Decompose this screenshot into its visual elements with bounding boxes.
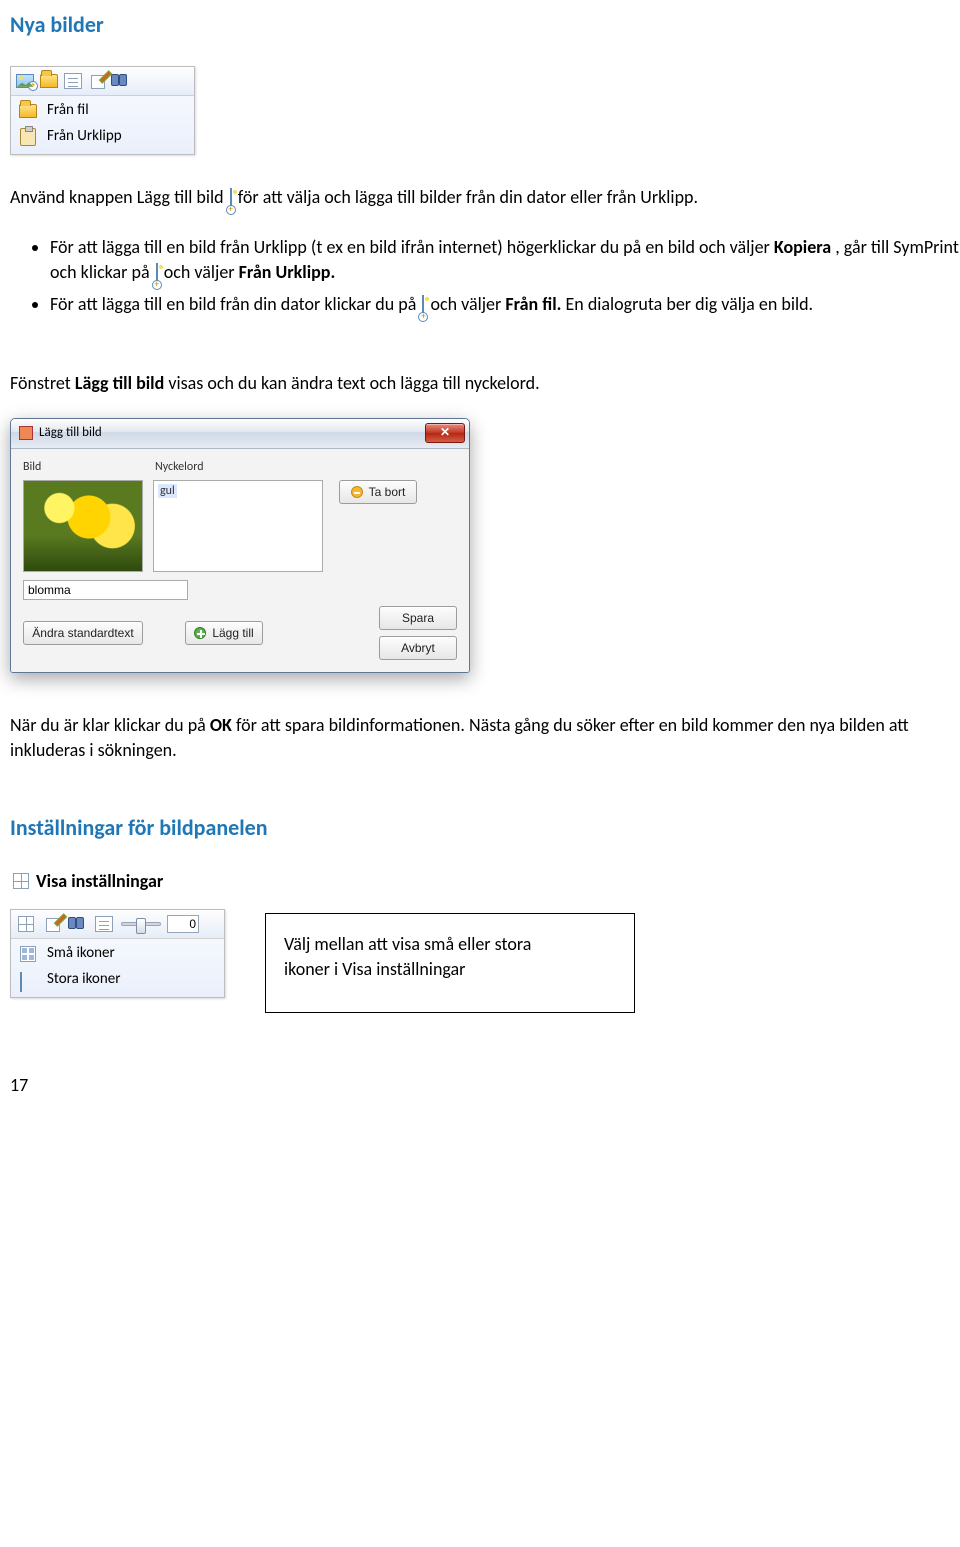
bullet-from-file: För att lägga till en bild från din dato… [50,292,960,320]
image-text-field[interactable] [23,580,188,600]
menu-from-file[interactable]: Från fil [15,98,190,124]
add-image-inline-icon: + [230,188,232,213]
text: Använd knappen Lägg till bild [10,186,228,208]
bullet-from-clipboard: För att lägga till en bild från Urklipp … [50,235,960,288]
dialog-app-icon [19,426,33,440]
text: För att lägga till en bild från din dato… [50,293,420,315]
plus-icon [194,627,206,639]
menu-large-icons-label: Stora ikoner [47,969,120,990]
large-thumbnail-icon [17,969,39,991]
bullet-list: För att lägga till en bild från Urklipp … [10,235,960,321]
save-button[interactable]: Spara [379,606,457,630]
heading-new-images: Nya bilder [10,10,960,41]
clipboard-icon [17,126,39,148]
close-button[interactable]: ✕ [425,423,465,443]
small-thumbnails-icon [17,943,39,965]
edit-icon[interactable] [41,913,63,935]
zoom-slider[interactable] [121,922,161,926]
btn-label: Lägg till [212,626,253,640]
grid-view-icon[interactable] [15,913,37,935]
text: När du är klar klickar du på [10,714,210,736]
text: En dialogruta ber dig välja en bild. [566,293,814,315]
change-default-text-button[interactable]: Ändra standardtext [23,621,143,645]
paragraph-intro: Använd knappen Lägg till bild + för att … [10,185,960,213]
dialog-title: Lägg till bild [39,424,102,442]
search-icon[interactable] [67,913,89,935]
text: och väljer [164,261,239,283]
grid-icon [10,870,32,892]
info-line-2: ikoner i Visa inställningar [284,957,616,982]
remove-button[interactable]: Ta bort [339,480,417,504]
menu-small-icons-label: Små ikoner [47,943,115,964]
toolbar2-icon-row [11,910,224,939]
text: och väljer [430,293,505,315]
paragraph-dialog-intro: Fönstret Lägg till bild visas och du kan… [10,371,960,396]
paragraph-ok: När du är klar klickar du på OK för att … [10,713,960,763]
image-preview [23,480,143,572]
toolbar-icon-row: + [11,67,194,96]
cancel-button[interactable]: Avbryt [379,636,457,660]
zoom-value-input[interactable] [167,915,199,933]
bold-text: Lägg till bild [75,372,164,394]
sub-heading-label: Visa inställningar [36,869,163,894]
folder-icon [17,100,39,122]
menu-small-icons[interactable]: Små ikoner [15,941,220,967]
text: för att välja och lägga till bilder från… [238,186,698,208]
bold-text: OK [210,714,232,736]
remove-label: Ta bort [369,485,406,499]
menu-from-clipboard[interactable]: Från Urklipp [15,124,190,150]
edit-icon[interactable] [86,70,108,92]
add-image-icon[interactable]: + [14,70,36,92]
add-image-inline-icon: + [156,263,158,288]
btn-label: Spara [402,611,434,625]
dialog-titlebar: Lägg till bild ✕ [11,419,469,449]
menu-from-file-label: Från fil [47,100,89,121]
minus-icon [351,486,363,498]
btn-label: Ändra standardtext [32,626,133,640]
add-image-dialog: Lägg till bild ✕ Bild Nyckelord gul Ta b… [10,418,470,673]
menu-from-clipboard-label: Från Urklipp [47,126,122,147]
list-view-icon[interactable] [62,70,84,92]
keyword-listbox[interactable]: gul [153,480,323,572]
list-view-icon[interactable] [93,913,115,935]
page-number: 17 [10,1073,960,1098]
add-image-inline-icon: + [422,295,424,320]
add-image-toolbar: + Från fil Från Urklipp [10,66,195,155]
search-icon[interactable] [110,70,132,92]
text: visas och du kan ändra text och lägga ti… [168,372,539,394]
heading-panel-settings: Inställningar för bildpanelen [10,813,960,844]
keyword-item[interactable]: gul [158,484,177,498]
info-line-1: Välj mellan att visa små eller stora [284,932,616,957]
add-button[interactable]: Lägg till [185,621,263,645]
menu-large-icons[interactable]: Stora ikoner [15,967,220,993]
info-box: Välj mellan att visa små eller stora iko… [265,913,635,1013]
sub-heading-show-settings: Visa inställningar [10,869,960,894]
text: För att lägga till en bild från Urklipp … [50,236,774,258]
bold-text: Från fil. [505,293,561,315]
label-keyword: Nyckelord [155,459,457,476]
label-image: Bild [23,459,155,476]
text: Fönstret [10,372,75,394]
bold-text: Från Urklipp. [239,261,336,283]
open-folder-icon[interactable] [38,70,60,92]
bold-text: Kopiera [774,236,831,258]
view-settings-toolbar: Små ikoner Stora ikoner [10,909,225,998]
btn-label: Avbryt [401,641,435,655]
